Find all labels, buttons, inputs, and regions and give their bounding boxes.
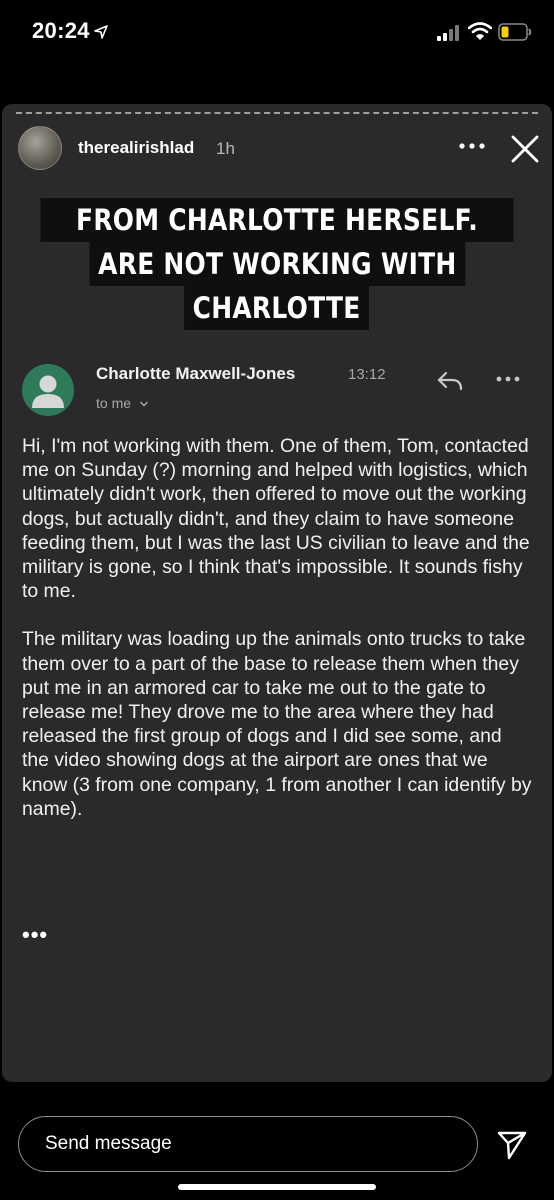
- status-bar: 20:24: [0, 0, 554, 70]
- battery-icon: [498, 23, 532, 41]
- chevron-down-icon: [139, 401, 148, 407]
- more-horizontal-icon: [459, 143, 485, 149]
- caption-line: CHARLOTTE: [184, 286, 370, 330]
- email-paragraph: Hi, I'm not working with them. One of th…: [22, 435, 530, 603]
- close-icon[interactable]: [508, 132, 542, 166]
- home-indicator: [178, 1184, 376, 1190]
- story-card: therealirishlad 1h FROM CHARLOTTE HERSEL…: [2, 104, 552, 1082]
- send-message-input[interactable]: [18, 1116, 478, 1172]
- email-time: 13:12: [348, 366, 386, 383]
- recipient-dropdown: to me: [96, 395, 149, 411]
- send-icon[interactable]: [496, 1128, 528, 1160]
- recipient-label: to me: [96, 395, 132, 411]
- wifi-icon: [468, 22, 492, 40]
- trimmed-content-ellipsis: •••: [22, 922, 49, 947]
- email-more-icon: [494, 370, 522, 388]
- story-more-button[interactable]: [458, 134, 486, 158]
- story-avatar[interactable]: [18, 126, 62, 170]
- signal-icon: [437, 25, 459, 41]
- story-time-ago: 1h: [216, 139, 235, 158]
- story-progress-bar: [16, 112, 538, 116]
- status-time: 20:24: [32, 18, 90, 43]
- caption-line: FROM CHARLOTTE HERSELF. THEY: [40, 198, 514, 277]
- caption-line: ARE NOT WORKING WITH: [89, 242, 465, 286]
- email-paragraph: The military was loading up the animals …: [22, 628, 532, 820]
- story-username[interactable]: therealirishlad: [78, 138, 194, 158]
- story-caption: FROM CHARLOTTE HERSELF. THEY ARE NOT WOR…: [2, 198, 552, 330]
- location-arrow-icon: [94, 25, 108, 39]
- sender-name: Charlotte Maxwell-Jones: [96, 364, 296, 383]
- reply-icon: [437, 371, 463, 391]
- email-body: Hi, I'm not working with them. One of th…: [22, 434, 534, 845]
- person-icon: [32, 375, 64, 408]
- sender-avatar: [22, 364, 74, 416]
